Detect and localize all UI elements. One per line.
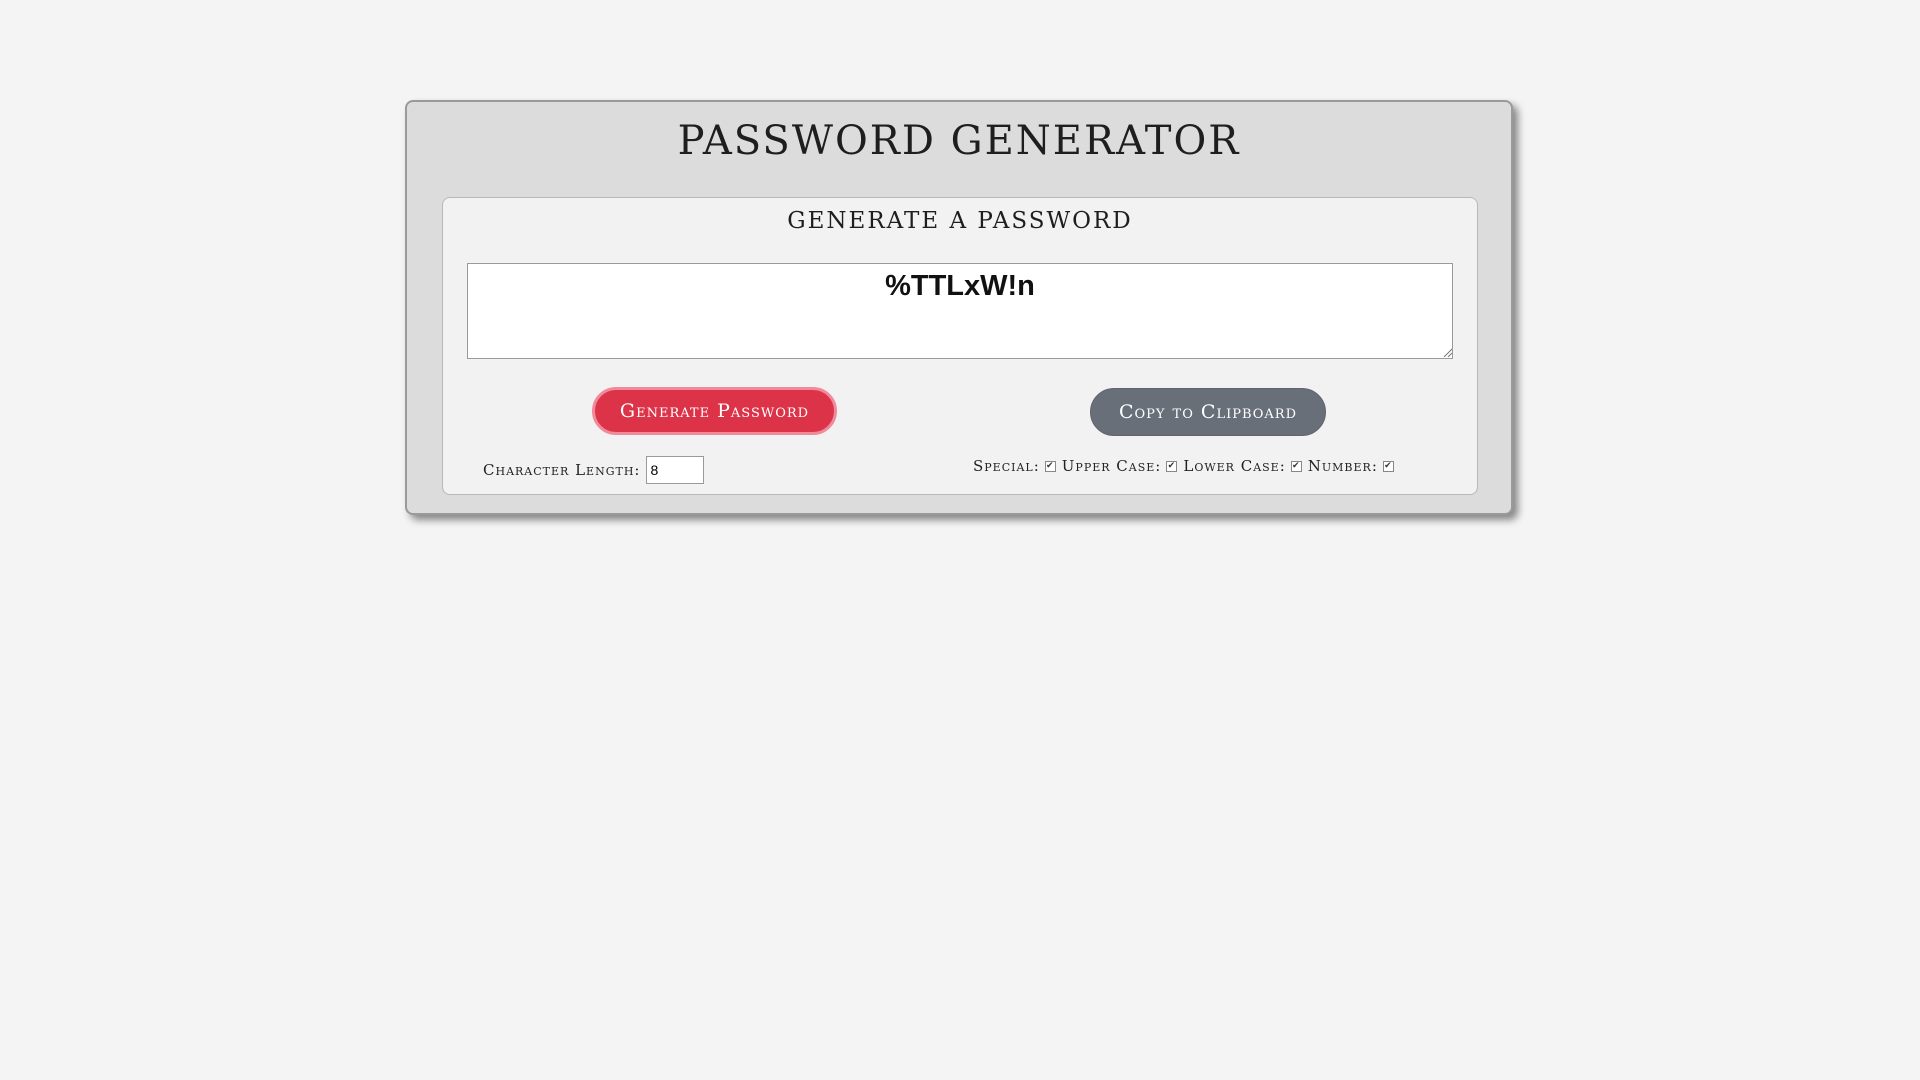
upper-case-checkbox[interactable]: ✔ [1166, 460, 1178, 472]
option-lower-case-label: Lower Case: [1183, 457, 1286, 475]
special-checkbox[interactable]: ✔ [1044, 460, 1056, 472]
lower-case-checkbox[interactable]: ✔ [1290, 460, 1302, 472]
resize-grip-icon[interactable] [1442, 347, 1452, 357]
option-special-label: Special: [973, 457, 1040, 475]
password-output-textarea[interactable]: %TTLxW!n [467, 263, 1453, 359]
option-special: Special: ✔ [973, 457, 1056, 475]
option-number-label: Number: [1307, 457, 1378, 475]
page-title: PASSWORD GENERATOR [677, 118, 1241, 164]
option-number: Number: ✔ [1308, 457, 1394, 475]
character-length-label: Character Length: [483, 461, 641, 479]
generate-panel: GENERATE A PASSWORD %TTLxW!n Generate Pa… [442, 197, 1478, 495]
character-length-row: Character Length: [483, 456, 705, 484]
character-length-input[interactable] [646, 456, 705, 484]
option-upper-case-label: Upper Case: [1061, 457, 1162, 475]
option-lower-case: Lower Case: ✔ [1183, 457, 1302, 475]
option-upper-case: Upper Case: ✔ [1062, 457, 1178, 475]
copy-to-clipboard-button[interactable]: Copy to Clipboard [1090, 388, 1326, 436]
number-checkbox[interactable]: ✔ [1382, 460, 1394, 472]
panel-title: GENERATE A PASSWORD [787, 208, 1133, 234]
password-generator-card: PASSWORD GENERATOR GENERATE A PASSWORD %… [405, 100, 1513, 515]
generate-password-button[interactable]: Generate Password [592, 387, 837, 435]
character-options: Special: ✔ Upper Case: ✔ Lower Case: ✔ N… [973, 457, 1400, 475]
